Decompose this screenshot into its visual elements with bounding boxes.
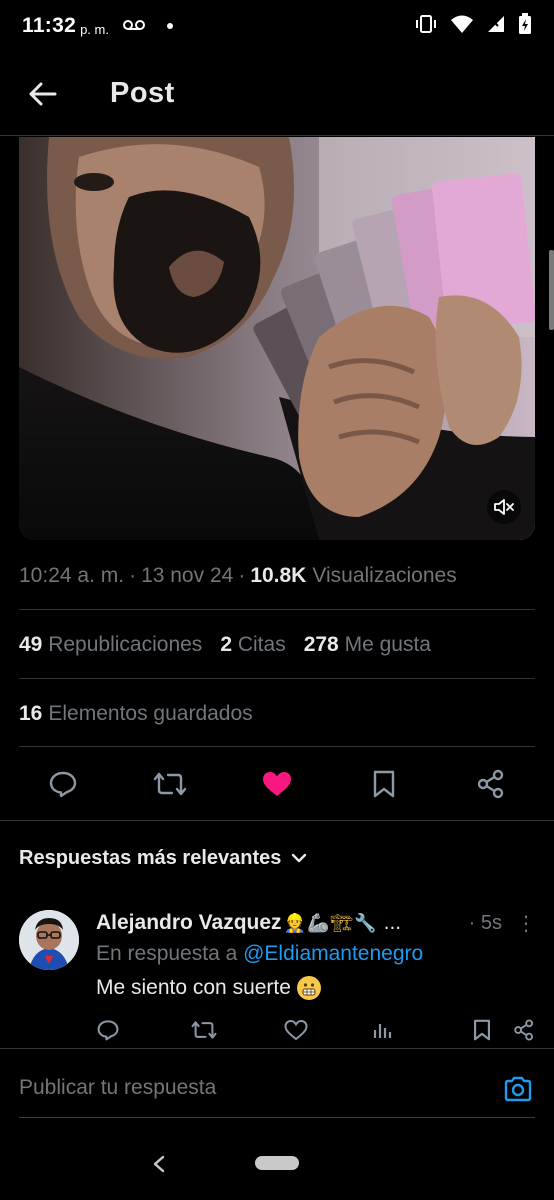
video-thumbnail (19, 137, 535, 540)
bookmark-icon (373, 770, 394, 798)
repost-icon (191, 1021, 217, 1039)
in-reply-handle[interactable]: @Eldiamantenegro (243, 942, 423, 965)
post-date: 13 nov 24 (141, 564, 234, 587)
signal-icon (486, 14, 506, 39)
post-time: 10:24 a. m. (19, 564, 125, 587)
nav-back-icon (153, 1155, 165, 1173)
reply-author-name[interactable]: Alejandro Vazquez (96, 911, 282, 935)
arrow-left-icon (29, 82, 57, 105)
reply-reply-button[interactable] (96, 1014, 158, 1046)
likes-label: Me gusta (344, 633, 431, 656)
repost-icon (153, 772, 187, 796)
speaker-muted-icon (494, 499, 514, 515)
views-label: Visualizaciones (312, 564, 457, 587)
grimacing-face-emoji (296, 976, 321, 1000)
replies-sort-label: Respuestas más relevantes (19, 846, 282, 869)
reply-icon (97, 1020, 119, 1041)
quotes-count: 2 (220, 633, 232, 656)
composer-underline (19, 1117, 535, 1118)
back-button[interactable] (0, 52, 86, 136)
voicemail-icon (122, 18, 145, 35)
reply-item[interactable]: Alejandro Vazquez 👷🦾🏗🔧 ... · 5s ⋮ En res… (19, 900, 536, 1046)
avatar[interactable] (19, 910, 79, 970)
in-reply-to: En respuesta a @Eldiamantenegro (96, 942, 535, 966)
post-stats: 49 Republicaciones 2 Citas 278 Me gusta (19, 625, 449, 665)
bookmark-icon (474, 1019, 490, 1041)
status-icons (414, 12, 532, 40)
post-video[interactable] (19, 137, 535, 540)
share-icon (477, 769, 503, 799)
meta-separator: · (238, 564, 246, 587)
reply-button[interactable] (35, 756, 91, 812)
status-time: 11:32 (22, 14, 77, 37)
post-header: Post (0, 52, 554, 136)
post-meta: 10:24 a. m. · 13 nov 24 · 10.8K Visualiz… (19, 556, 457, 596)
reply-input[interactable] (19, 1063, 479, 1113)
heart-icon (284, 1020, 308, 1041)
quotes-label: Citas (237, 633, 286, 656)
quotes-stat[interactable]: 2 Citas (220, 633, 285, 657)
divider (19, 678, 535, 679)
notification-dot (166, 23, 173, 29)
system-nav-bar (0, 1130, 554, 1200)
bookmarks-label: Elementos guardados (48, 702, 253, 725)
post-actions (0, 756, 554, 812)
nav-back-button[interactable] (145, 1150, 173, 1178)
reply-actions (96, 1014, 535, 1046)
camera-icon (504, 1076, 532, 1102)
status-bar: 11:32 p. m. (0, 0, 554, 52)
reply-composer (0, 1048, 554, 1120)
reply-text-content: Me siento con suerte (96, 976, 291, 999)
mute-button[interactable] (487, 490, 521, 524)
wifi-icon (450, 14, 474, 39)
repost-button[interactable] (142, 756, 198, 812)
status-ampm: p. m. (80, 21, 109, 37)
meta-separator: · (129, 564, 137, 587)
reposts-label: Republicaciones (48, 633, 203, 656)
analytics-icon (373, 1024, 392, 1038)
likes-stat[interactable]: 278 Me gusta (304, 633, 431, 657)
share-icon (514, 1019, 534, 1041)
reply-bookmark-button[interactable] (422, 1014, 492, 1046)
reply-like-button[interactable] (250, 1014, 342, 1046)
heart-filled-icon (262, 772, 291, 796)
more-options-button[interactable]: ⋮ (516, 911, 536, 936)
divider (19, 609, 535, 610)
reply-header: Alejandro Vazquez 👷🦾🏗🔧 ... · 5s ⋮ (96, 908, 536, 938)
reposts-count: 49 (19, 633, 43, 656)
likes-count: 278 (303, 633, 339, 656)
chevron-down-icon (292, 853, 307, 863)
reply-author-emojis: 👷🦾🏗🔧 (283, 912, 378, 933)
divider (0, 820, 554, 821)
vibrate-icon (414, 14, 438, 39)
page-title: Post (110, 77, 175, 109)
scrollbar-thumb[interactable] (549, 250, 554, 330)
reply-icon (50, 771, 77, 798)
reply-body: Alejandro Vazquez 👷🦾🏗🔧 ... · 5s ⋮ En res… (96, 908, 536, 1000)
views-count: 10.8K (250, 564, 307, 587)
bookmarks-stat[interactable]: 16 Elementos guardados (19, 694, 253, 734)
home-pill-icon[interactable] (255, 1156, 299, 1170)
reply-text: Me siento con suerte (96, 976, 535, 1000)
bookmark-button[interactable] (356, 756, 412, 812)
bookmarks-count: 16 (19, 702, 43, 725)
reply-time: · 5s (468, 911, 502, 934)
share-button[interactable] (463, 756, 519, 812)
reposts-stat[interactable]: 49 Republicaciones (19, 633, 202, 657)
like-button[interactable] (249, 756, 305, 812)
camera-button[interactable] (502, 1073, 534, 1105)
replies-sort-selector[interactable]: Respuestas más relevantes (19, 840, 307, 876)
divider (19, 746, 535, 747)
reply-repost-button[interactable] (158, 1014, 250, 1046)
reply-views-button[interactable] (342, 1014, 422, 1046)
battery-icon (518, 12, 532, 40)
in-reply-prefix: En respuesta a (96, 942, 238, 965)
name-ellipsis: ... (383, 911, 402, 934)
reply-share-button[interactable] (492, 1014, 535, 1046)
